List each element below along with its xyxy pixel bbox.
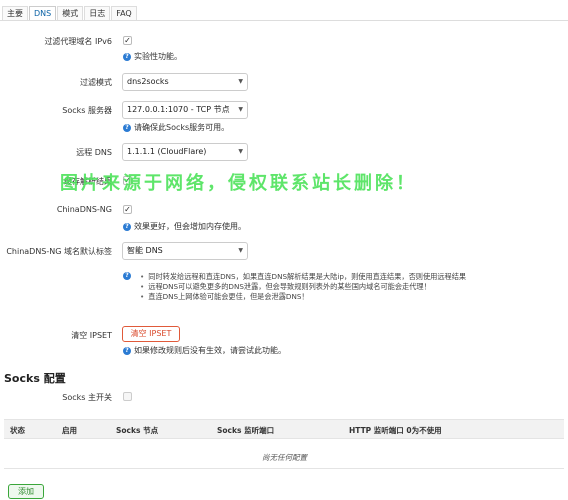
socks-server-help: ? 请确保此Socks服务可用。 [123,122,229,133]
filter-mode-label: 过滤模式 [80,78,112,87]
remote-dns-select[interactable]: 1.1.1.1 (CloudFlare) ▼ [122,143,248,161]
chevron-down-icon: ▼ [238,247,243,254]
socks-server-label: Socks 服务器 [62,106,112,115]
tab-mode[interactable]: 模式 [57,6,84,21]
help-icon: ? [123,346,131,355]
help-icon: ? [123,222,131,231]
socks-server-value: 127.0.0.1:1070 - TCP 节点 [127,105,230,114]
help-icon: ? [123,52,131,61]
socks-main-switch-label: Socks 主开关 [62,393,112,402]
remote-dns-label: 远程 DNS [76,148,112,157]
chinadns-tag-select[interactable]: 智能 DNS ▼ [122,242,248,260]
chinadns-help: ? 效果更好，但会增加内存使用。 [123,221,246,232]
table-divider [4,468,564,469]
chevron-down-icon: ▼ [238,148,243,155]
note-item: 同时转发给远程和直连DNS，如果直连DNS解析结果是大陆ip，则使用直连结果，否… [140,272,466,282]
socks-table-header: 状态 启用 Socks 节点 Socks 监听端口 HTTP 监听端口 0为不使… [4,419,564,439]
clear-ipset-button[interactable]: 清空 IPSET [122,326,180,342]
socks-server-help-text: 请确保此Socks服务可用。 [134,123,230,132]
column-header: 启用 [62,426,77,435]
column-header: Socks 节点 [116,426,159,435]
help-icon: ? [123,272,131,280]
column-header: Socks 监听端口 [217,426,275,435]
filter-mode-value: dns2socks [127,77,169,86]
add-button[interactable]: 添加 [8,484,44,499]
chevron-down-icon: ▼ [238,78,243,85]
remote-dns-value: 1.1.1.1 (CloudFlare) [127,147,207,156]
tab-divider [0,20,568,21]
chinadns-tag-label: ChinaDNS-NG 域名默认标签 [6,247,112,256]
filter-ipv6-help-text: 实验性功能。 [134,52,182,61]
chinadns-tag-value: 智能 DNS [127,246,163,255]
watermark: 图片来源于网络，侵权联系站长删除！ [60,173,417,194]
socks-section-title: Socks 配置 [4,372,66,385]
tab-dns[interactable]: DNS [29,6,57,21]
clear-ipset-help-text: 如果修改规则后没有生效，请尝试此功能。 [134,346,286,355]
tab-bar: 主要 DNS 模式 日志 FAQ [2,6,138,21]
chinadns-help-text: 效果更好，但会增加内存使用。 [134,222,246,231]
chinadns-label: ChinaDNS-NG [56,205,112,214]
note-item: 远程DNS可以避免更多的DNS泄露，但会导致规则列表外的某些国内域名可能会走代理… [140,282,466,292]
note-item: 直连DNS上网体验可能会更佳，但是会泄露DNS！ [140,292,466,302]
tab-log[interactable]: 日志 [84,6,111,21]
chevron-down-icon: ▼ [238,106,243,113]
chinadns-tag-notes: 同时转发给远程和直连DNS，如果直连DNS解析结果是大陆ip，则使用直连结果，否… [140,272,466,302]
socks-server-select[interactable]: 127.0.0.1:1070 - TCP 节点 ▼ [122,101,248,119]
socks-main-switch-checkbox[interactable] [123,392,132,401]
chinadns-checkbox[interactable]: ✓ [123,205,132,214]
filter-ipv6-checkbox[interactable]: ✓ [123,36,132,45]
clear-ipset-help: ? 如果修改规则后没有生效，请尝试此功能。 [123,345,286,356]
column-header: HTTP 监听端口 0为不使用 [349,426,442,435]
tab-main[interactable]: 主要 [2,6,28,21]
clear-ipset-label: 清空 IPSET [71,331,112,340]
filter-ipv6-help: ? 实验性功能。 [123,51,182,62]
help-icon: ? [123,123,131,132]
empty-table-message: 尚无任何配置 [262,453,307,462]
filter-ipv6-label: 过滤代理域名 IPv6 [44,37,112,46]
filter-mode-select[interactable]: dns2socks ▼ [122,73,248,91]
column-header: 状态 [10,426,25,435]
tab-faq[interactable]: FAQ [111,6,137,21]
